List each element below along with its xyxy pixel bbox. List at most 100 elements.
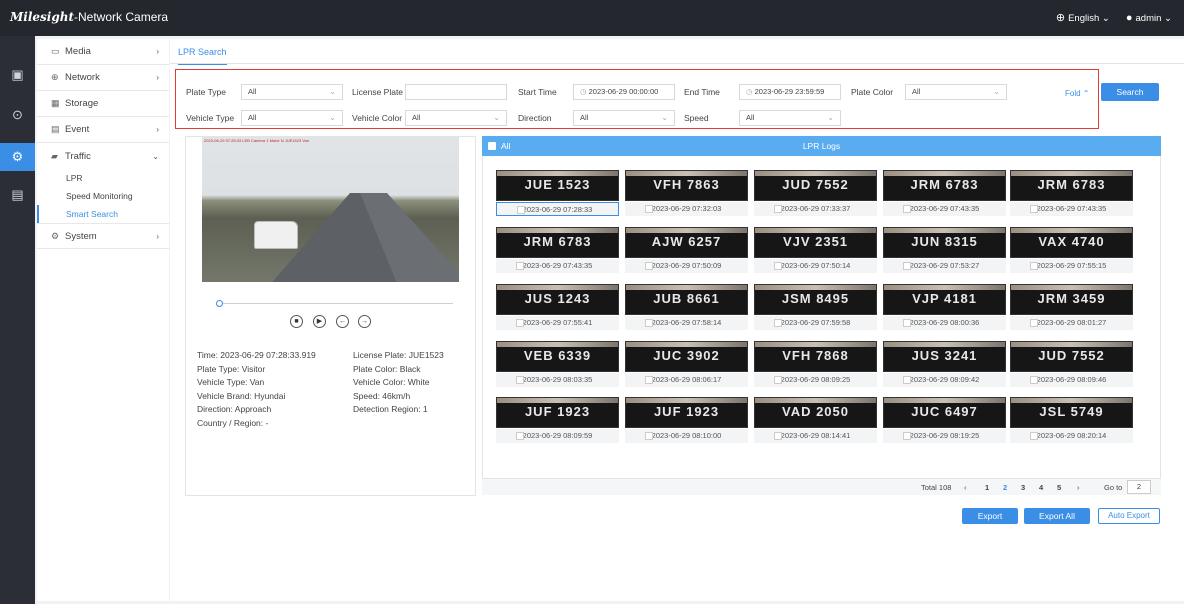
log-checkbox[interactable] bbox=[903, 319, 911, 327]
language-menu[interactable]: ⊕ English ⌄ bbox=[1056, 11, 1110, 24]
speed-select[interactable]: All ⌄ bbox=[739, 110, 841, 126]
log-checkbox[interactable] bbox=[1030, 262, 1038, 270]
log-card[interactable]: VAD 2050 2023-06-29 08:14:41 bbox=[754, 397, 877, 445]
live-view-icon[interactable]: ▣ bbox=[9, 66, 26, 83]
log-checkbox[interactable] bbox=[645, 205, 653, 213]
log-card[interactable]: JRM 3459 2023-06-29 08:01:27 bbox=[1010, 284, 1133, 332]
log-checkbox[interactable] bbox=[903, 376, 911, 384]
sidebar-item-storage[interactable]: ▦ Storage bbox=[37, 91, 169, 117]
sidebar-item-system[interactable]: ⚙ System › bbox=[37, 223, 169, 249]
end-time-input[interactable]: ◷ 2023-06-29 23:59:59 bbox=[739, 84, 841, 100]
fold-toggle[interactable]: Fold ⌃ bbox=[1065, 89, 1090, 98]
user-menu[interactable]: ● admin ⌄ bbox=[1126, 12, 1172, 24]
log-checkbox[interactable] bbox=[774, 432, 782, 440]
goto-input[interactable]: 2 bbox=[1127, 480, 1151, 494]
log-card[interactable]: JUD 7552 2023-06-29 07:33:37 bbox=[754, 170, 877, 218]
log-card[interactable]: VFH 7868 2023-06-29 08:09:25 bbox=[754, 341, 877, 389]
log-card[interactable]: JUF 1923 2023-06-29 08:10:00 bbox=[625, 397, 748, 445]
vehicle-color-select[interactable]: All ⌄ bbox=[405, 110, 507, 126]
log-card[interactable]: JUB 8661 2023-06-29 07:58:14 bbox=[625, 284, 748, 332]
start-time-input[interactable]: ◷ 2023-06-29 00:00:00 bbox=[573, 84, 675, 100]
prev-page-icon[interactable]: ‹ bbox=[964, 483, 967, 492]
log-checkbox[interactable] bbox=[645, 432, 653, 440]
play-icon[interactable]: ▶ bbox=[313, 315, 326, 328]
plate-text: JUE 1523 bbox=[524, 177, 591, 192]
log-time: 2023-06-29 07:28:33 bbox=[522, 205, 593, 214]
detail-detection-region: Detection Region: 1 bbox=[353, 404, 428, 414]
auto-export-button[interactable]: Auto Export bbox=[1098, 508, 1160, 524]
playback-icon[interactable]: ⊙ bbox=[9, 106, 26, 123]
log-checkbox[interactable] bbox=[516, 376, 524, 384]
log-checkbox[interactable] bbox=[1030, 205, 1038, 213]
sidebar-sub-lpr[interactable]: LPR bbox=[37, 169, 169, 187]
log-checkbox[interactable] bbox=[645, 319, 653, 327]
plate-type-select[interactable]: All ⌄ bbox=[241, 84, 343, 100]
log-card[interactable]: JUF 1923 2023-06-29 08:09:59 bbox=[496, 397, 619, 445]
log-checkbox[interactable] bbox=[774, 376, 782, 384]
export-button[interactable]: Export bbox=[962, 508, 1018, 524]
vehicle-type-select[interactable]: All ⌄ bbox=[241, 110, 343, 126]
log-checkbox[interactable] bbox=[645, 376, 653, 384]
log-card[interactable]: JUD 7552 2023-06-29 08:09:46 bbox=[1010, 341, 1133, 389]
log-card[interactable]: JUS 1243 2023-06-29 07:55:41 bbox=[496, 284, 619, 332]
search-button[interactable]: Search bbox=[1101, 83, 1159, 101]
sidebar-sub-smart-search[interactable]: Smart Search bbox=[37, 205, 169, 223]
detail-left: Time: 2023-06-29 07:28:33.919 Plate Type… bbox=[197, 349, 316, 430]
log-checkbox[interactable] bbox=[516, 432, 524, 440]
log-card[interactable]: JSL 5749 2023-06-29 08:20:14 bbox=[1010, 397, 1133, 445]
log-card[interactable]: JUS 3241 2023-06-29 08:09:42 bbox=[883, 341, 1006, 389]
log-card[interactable]: AJW 6257 2023-06-29 07:50:09 bbox=[625, 227, 748, 275]
log-card[interactable]: JUC 3902 2023-06-29 08:06:17 bbox=[625, 341, 748, 389]
page-2[interactable]: 2 bbox=[1003, 483, 1007, 492]
log-card[interactable]: JUE 1523 2023-06-29 07:28:33 bbox=[496, 170, 619, 218]
log-checkbox[interactable] bbox=[903, 205, 911, 213]
direction-select[interactable]: All ⌄ bbox=[573, 110, 675, 126]
next-page-icon[interactable]: › bbox=[1077, 483, 1080, 492]
plate-image: JRM 6783 bbox=[883, 170, 1006, 201]
log-checkbox[interactable] bbox=[903, 432, 911, 440]
log-card[interactable]: JRM 6783 2023-06-29 07:43:35 bbox=[1010, 170, 1133, 218]
page-4[interactable]: 4 bbox=[1039, 483, 1043, 492]
page-3[interactable]: 3 bbox=[1021, 483, 1025, 492]
log-card[interactable]: VJV 2351 2023-06-29 07:50:14 bbox=[754, 227, 877, 275]
previous-icon[interactable]: ← bbox=[336, 315, 349, 328]
log-checkbox[interactable] bbox=[1030, 319, 1038, 327]
log-checkbox[interactable] bbox=[774, 205, 782, 213]
stop-icon[interactable]: ■ bbox=[290, 315, 303, 328]
settings-icon[interactable]: ⚙ bbox=[9, 148, 26, 165]
log-card[interactable]: JUN 8315 2023-06-29 07:53:27 bbox=[883, 227, 1006, 275]
log-checkbox[interactable] bbox=[1030, 432, 1038, 440]
seek-bar[interactable] bbox=[220, 303, 453, 304]
license-plate-input[interactable] bbox=[405, 84, 507, 100]
log-checkbox[interactable] bbox=[645, 262, 653, 270]
page-1[interactable]: 1 bbox=[985, 483, 989, 492]
log-card[interactable]: JRM 6783 2023-06-29 07:43:35 bbox=[496, 227, 619, 275]
log-card[interactable]: VEB 6339 2023-06-29 08:03:35 bbox=[496, 341, 619, 389]
log-checkbox[interactable] bbox=[516, 262, 524, 270]
sidebar-item-traffic[interactable]: ▰ Traffic ⌄ bbox=[37, 143, 169, 169]
lpr-logs-title: LPR Logs bbox=[802, 141, 841, 151]
log-card[interactable]: VFH 7863 2023-06-29 07:32:03 bbox=[625, 170, 748, 218]
page-5[interactable]: 5 bbox=[1057, 483, 1061, 492]
log-checkbox[interactable] bbox=[516, 319, 524, 327]
log-checkbox[interactable] bbox=[903, 262, 911, 270]
sidebar-item-media[interactable]: ▭ Media › bbox=[37, 39, 169, 65]
sidebar-item-network[interactable]: ⊕ Network › bbox=[37, 65, 169, 91]
log-checkbox[interactable] bbox=[1030, 376, 1038, 384]
seek-handle[interactable] bbox=[216, 300, 223, 307]
log-card[interactable]: JSM 8495 2023-06-29 07:59:58 bbox=[754, 284, 877, 332]
log-checkbox[interactable] bbox=[774, 319, 782, 327]
log-checkbox[interactable] bbox=[517, 206, 525, 214]
log-card[interactable]: VJP 4181 2023-06-29 08:00:36 bbox=[883, 284, 1006, 332]
plate-image: JUN 8315 bbox=[883, 227, 1006, 258]
log-card[interactable]: VAX 4740 2023-06-29 07:55:15 bbox=[1010, 227, 1133, 275]
sidebar-sub-speed-monitoring[interactable]: Speed Monitoring bbox=[37, 187, 169, 205]
plate-color-select[interactable]: All ⌄ bbox=[905, 84, 1007, 100]
log-checkbox[interactable] bbox=[774, 262, 782, 270]
vehicle-icon[interactable]: ▤ bbox=[9, 186, 26, 203]
next-icon[interactable]: → bbox=[358, 315, 371, 328]
export-all-button[interactable]: Export All bbox=[1024, 508, 1090, 524]
log-card[interactable]: JUC 6497 2023-06-29 08:19:25 bbox=[883, 397, 1006, 445]
log-card[interactable]: JRM 6783 2023-06-29 07:43:35 bbox=[883, 170, 1006, 218]
sidebar-item-event[interactable]: ▤ Event › bbox=[37, 117, 169, 143]
